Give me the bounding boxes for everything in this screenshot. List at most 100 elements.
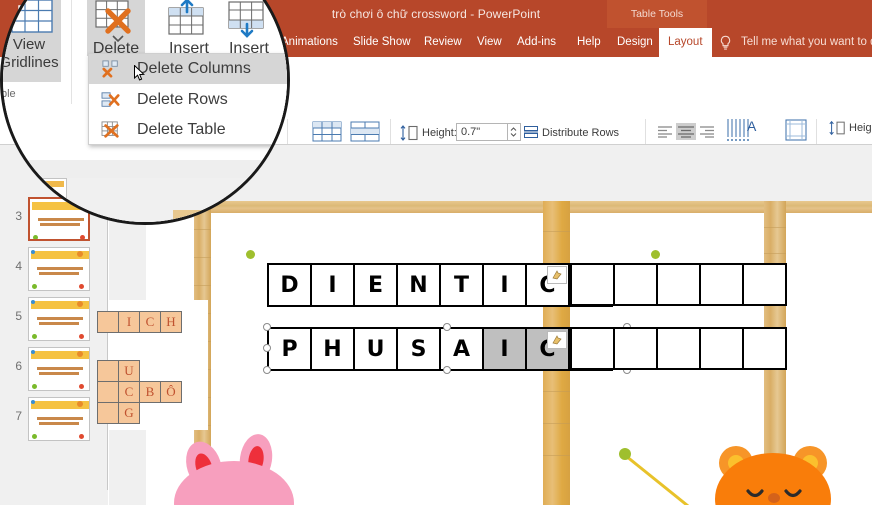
table-marker-icon-2[interactable] [547,331,567,349]
thumbnail-number: 6 [15,359,22,373]
distribute-rows-button[interactable]: Distribute Rows [542,127,619,139]
selection-handle-bc[interactable] [443,366,451,374]
magnifier-content: t Anim View Gridlines ble [1,0,287,222]
cw-cell-empty[interactable] [699,327,744,370]
selection-handle-ml[interactable] [263,344,271,352]
tab-review[interactable]: Review [415,28,471,57]
cw-cell-selected[interactable]: I [482,327,527,371]
cw-cell-empty[interactable] [656,263,701,306]
cw-cell[interactable]: N [396,263,441,307]
magnified-thumbnail[interactable] [3,178,67,222]
align-center-button[interactable] [676,123,696,140]
rotation-dot-row3[interactable] [651,250,660,259]
split-cells-icon [350,121,380,142]
tab-view[interactable]: View [468,28,511,57]
lightbulb-icon [720,35,731,50]
powerpoint-window: trò chơi ô chữ crossword - PowerPoint Ta… [0,0,872,505]
cw-cell-empty[interactable] [613,263,658,306]
cw-cell[interactable]: T [439,263,484,307]
cell-height-spinner[interactable] [508,123,521,141]
thumbnail-slide-6[interactable]: 6 [0,345,108,395]
cw-cell[interactable]: H [310,327,355,371]
table-height-label: Height [849,122,872,134]
menu-item-label: Delete Rows [137,91,228,108]
align-center-icon [678,126,694,138]
tab-help[interactable]: Help [568,28,610,57]
magnified-delete-chevron-down-icon[interactable] [111,33,125,43]
thumbnail-number: 4 [15,259,22,273]
delete-table-icon [101,121,119,138]
insert-above-icon [168,0,204,35]
cw-cell[interactable]: P [267,327,312,371]
thumbnail-image[interactable] [28,297,90,341]
thumbnail-number: 7 [15,409,22,423]
mini-cell [97,402,119,424]
menu-item-delete-columns[interactable]: Delete Columns [89,54,287,84]
thumbnail-slide-4[interactable]: 4 [0,245,108,295]
thumbnail-image[interactable] [28,347,90,391]
selection-handle-tc[interactable] [443,323,451,331]
delete-dropdown-menu[interactable]: Delete Columns Delete Rows Delete Table [88,53,287,145]
tell-me-box[interactable]: Tell me what you want to do [741,28,872,57]
cw-cell[interactable]: U [353,327,398,371]
cw-cell[interactable]: S [396,327,441,371]
empty-table-row1[interactable] [570,263,787,306]
merge-cells-icon [312,121,342,142]
mini-cell: G [118,402,140,424]
cw-cell-empty[interactable] [656,327,701,370]
distribute-rows-icon [524,126,538,138]
menu-item-delete-rows[interactable]: Delete Rows [89,85,287,115]
delete-columns-icon [102,60,118,78]
cw-cell-empty[interactable] [570,327,615,370]
selection-handle-bl[interactable] [263,366,271,374]
magnified-view-gridlines-button[interactable]: View Gridlines [3,0,61,82]
tab-slide-show[interactable]: Slide Show [344,28,420,57]
delete-table-cells-icon [95,0,131,34]
cw-cell-empty[interactable] [699,263,744,306]
mini-cell: U [118,360,140,382]
cw-cell[interactable]: D [267,263,312,307]
cw-cell-empty[interactable] [570,263,615,306]
mini-cell: C [118,381,140,403]
selection-handle-tl[interactable] [263,323,271,331]
mini-cell: H [160,311,182,333]
align-left-button[interactable] [655,123,675,140]
empty-table-row2[interactable] [570,327,787,370]
current-slide[interactable]: D I E N T I C H P H U S A I C H [146,201,872,505]
cw-cell-empty[interactable] [742,327,787,370]
menu-item-delete-table[interactable]: Delete Table [89,115,287,145]
cw-cell-empty[interactable] [613,327,658,370]
cw-cell[interactable]: I [310,263,355,307]
magnified-view-label: View [12,36,46,53]
contextual-tools-label: Table Tools [607,0,707,28]
mini-cell: B [139,381,161,403]
menu-item-label: Delete Table [137,121,226,138]
cw-cell-empty[interactable] [742,263,787,306]
cw-cell[interactable]: I [482,263,527,307]
mini-crossword-row-4: G [97,402,140,424]
thumbnail-image[interactable] [28,397,90,441]
tab-add-ins[interactable]: Add-ins [508,28,565,57]
rotation-dot-row1[interactable] [246,250,255,259]
tab-design[interactable]: Design [608,28,662,57]
tab-layout[interactable]: Layout [659,28,712,57]
view-gridlines-icon [11,0,53,33]
magnified-table-group-label: ble [1,88,16,100]
table-height-icon [829,120,845,136]
delete-rows-icon [101,92,120,107]
thumbnail-image[interactable] [28,247,90,291]
insert-below-icon [228,1,264,38]
thumbnail-slide-5[interactable]: 5 [0,295,108,345]
mini-crossword-row-1: I C H [97,311,182,333]
cw-cell[interactable]: A [439,327,484,371]
cw-cell[interactable]: E [353,263,398,307]
thumbnail-slide-7[interactable]: 7 [0,395,108,445]
mini-cell: C [139,311,161,333]
pink-rabbit-character [174,434,294,505]
mini-crossword-row-3: C B Ô [97,381,182,403]
table-marker-icon-1[interactable] [547,266,567,284]
magnified-delete-button[interactable]: Delete [87,0,145,57]
cell-height-input[interactable]: 0.7" [456,123,508,141]
cell-margins-icon [785,119,807,141]
flower-stem [619,448,690,505]
